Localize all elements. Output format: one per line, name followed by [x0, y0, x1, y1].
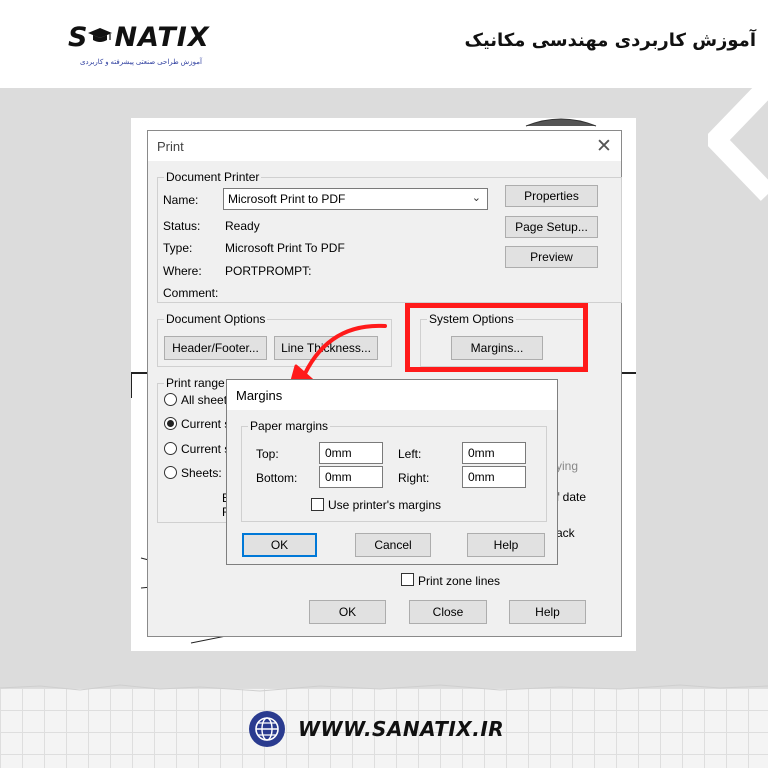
top-margin-label: Top: [256, 447, 279, 461]
left-margin-label: Left: [398, 447, 422, 461]
margins-highlight-box [405, 303, 588, 372]
printer-name-select[interactable]: Microsoft Print to PDF ⌄ [223, 188, 488, 210]
graduation-cap-icon [88, 28, 112, 42]
print-title: Print [157, 139, 184, 154]
where-value: PORTPROMPT: [225, 264, 312, 278]
properties-button[interactable]: Properties [505, 185, 598, 207]
close-icon[interactable]: ✕ [593, 135, 615, 157]
printer-name-label: Name: [163, 193, 199, 207]
header-footer-button[interactable]: Header/Footer... [164, 336, 267, 360]
website-url: WWW.SANATIX.IR [298, 717, 505, 741]
status-value: Ready [225, 219, 260, 233]
partial-label-ying: ying [556, 459, 579, 473]
chevron-decoration-icon [708, 79, 768, 201]
globe-icon [249, 711, 285, 747]
print-help-button[interactable]: Help [509, 600, 586, 624]
margins-help-button[interactable]: Help [467, 533, 545, 557]
use-printer-margins-checkbox[interactable] [311, 498, 324, 511]
print-close-button[interactable]: Close [409, 600, 487, 624]
sheets-label: Sheets: [181, 466, 222, 480]
type-label: Type: [163, 241, 193, 255]
current-screen-radio[interactable] [164, 442, 177, 455]
page-setup-button[interactable]: Page Setup... [505, 216, 598, 238]
print-titlebar[interactable]: Print ✕ [148, 131, 621, 161]
document-options-legend: Document Options [164, 312, 268, 326]
print-ok-button[interactable]: OK [309, 600, 386, 624]
comment-label: Comment: [163, 286, 219, 300]
logo-tagline: آموزش طراحی صنعتی پیشرفته و کاربردی [80, 59, 202, 66]
printer-name-value: Microsoft Print to PDF [228, 192, 346, 206]
all-sheets-radio[interactable] [164, 393, 177, 406]
top-margin-input[interactable]: 0mm [319, 442, 383, 464]
sanatix-logo: S NATIX آموزش طراحی صنعتی پیشرفته و کاربر… [68, 22, 210, 74]
margins-dialog: Margins Paper margins Top: 0mm Left: 0mm… [226, 379, 558, 565]
sheets-radio[interactable] [164, 466, 177, 479]
print-zone-lines-checkbox[interactable] [401, 573, 414, 586]
where-label: Where: [163, 264, 202, 278]
margins-title: Margins [236, 388, 283, 403]
logo-letter-natix: NATIX [114, 22, 210, 53]
print-zone-lines-label: Print zone lines [418, 574, 501, 588]
current-sheet-radio[interactable] [164, 417, 177, 430]
bottom-margin-input[interactable]: 0mm [319, 466, 383, 488]
website-footer: WWW.SANATIX.IR [248, 709, 504, 749]
type-value: Microsoft Print To PDF [225, 241, 345, 255]
margins-cancel-button[interactable]: Cancel [355, 533, 431, 557]
logo-letter-s: S [68, 22, 89, 53]
document-printer-legend: Document Printer [164, 170, 262, 184]
use-printer-margins-label: Use printer's margins [328, 498, 441, 512]
left-margin-input[interactable]: 0mm [462, 442, 526, 464]
poster-headline: آموزش کاربردی مهندسی مکانیک [464, 30, 756, 51]
print-range-legend: Print range [164, 376, 227, 390]
current-screen-label: Current s [181, 442, 231, 456]
current-sheet-label: Current s [181, 417, 231, 431]
partial-label-of-date: f date [556, 490, 587, 504]
preview-button[interactable]: Preview [505, 246, 598, 268]
paper-margins-legend: Paper margins [248, 419, 331, 433]
right-margin-label: Right: [398, 471, 430, 485]
right-margin-input[interactable]: 0mm [462, 466, 526, 488]
margins-ok-button[interactable]: OK [242, 533, 317, 557]
status-label: Status: [163, 219, 201, 233]
chevron-down-icon: ⌄ [471, 192, 481, 204]
margins-titlebar[interactable]: Margins [227, 380, 557, 410]
partial-label-ack: ack [556, 526, 575, 540]
bottom-margin-label: Bottom: [256, 471, 298, 485]
torn-edge [0, 684, 768, 692]
